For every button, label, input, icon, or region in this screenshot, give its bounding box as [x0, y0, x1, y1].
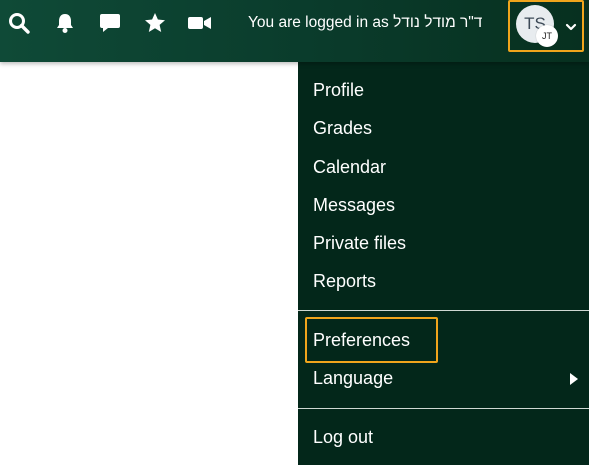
logged-in-text: You are logged in as ד"ר מודל נודל	[248, 14, 483, 31]
user-menu-dropdown: Profile Grades Calendar Messages Private…	[298, 62, 589, 465]
menu-item-logout[interactable]: Log out	[313, 422, 373, 452]
menu-item-calendar[interactable]: Calendar	[313, 152, 386, 182]
star-icon[interactable]	[142, 10, 168, 36]
video-icon[interactable]	[187, 10, 213, 36]
caret-right-icon	[569, 372, 579, 390]
menu-item-messages[interactable]: Messages	[313, 190, 395, 220]
avatar-badge: JT	[536, 25, 558, 47]
navbar: You are logged in as ד"ר מודל נודל TS JT	[0, 0, 589, 62]
chevron-down-icon	[565, 19, 577, 37]
comment-icon[interactable]	[97, 10, 123, 36]
menu-item-preferences[interactable]: Preferences	[313, 325, 410, 355]
menu-divider	[298, 408, 589, 409]
search-icon[interactable]	[6, 10, 32, 36]
menu-item-language[interactable]: Language	[313, 363, 393, 393]
user-menu-toggle[interactable]: TS JT	[508, 0, 584, 52]
menu-divider	[298, 310, 589, 311]
menu-item-reports[interactable]: Reports	[313, 266, 376, 296]
bell-icon[interactable]	[52, 10, 78, 36]
menu-item-private-files[interactable]: Private files	[313, 228, 406, 258]
menu-item-grades[interactable]: Grades	[313, 113, 372, 143]
menu-item-profile[interactable]: Profile	[313, 75, 364, 105]
